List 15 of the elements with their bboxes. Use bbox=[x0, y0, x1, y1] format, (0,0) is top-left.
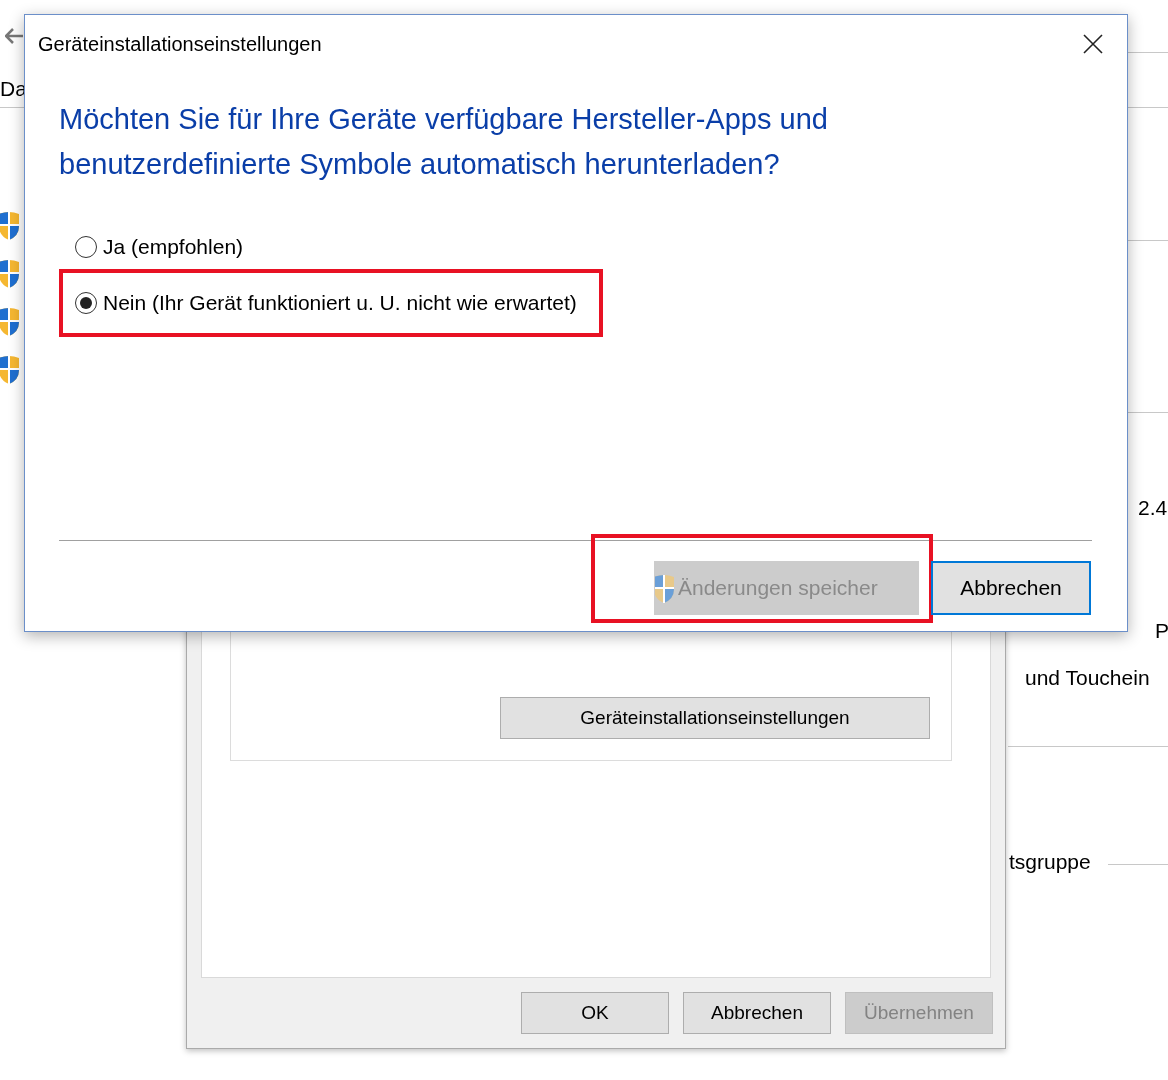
dialog-button[interactable]: Abbrechen bbox=[683, 992, 831, 1034]
radio-option[interactable]: Ja (empfohlen) bbox=[59, 235, 244, 259]
window-title: Geräteinstallationseinstellungen bbox=[38, 32, 322, 56]
property-value: 2.4 bbox=[1138, 496, 1168, 520]
radio-option[interactable]: Nein (Ihr Gerät funktioniert u. U. nicht wie erwartet) bbox=[59, 291, 577, 315]
back-arrow-icon[interactable] bbox=[5, 28, 23, 44]
question-heading: Möchten Sie für Ihre Geräte verfügbare Hersteller-Apps und benutzerdefinierte Symbole automatisch herunterladen? bbox=[59, 102, 829, 182]
cancel-button[interactable]: Abbrechen bbox=[931, 561, 1091, 615]
shield-icon bbox=[655, 573, 676, 603]
close-icon[interactable] bbox=[1083, 34, 1103, 54]
property-value: tsgruppe bbox=[1009, 850, 1091, 874]
dialog-button[interactable]: OK bbox=[521, 992, 669, 1034]
property-value: P bbox=[1155, 619, 1168, 643]
device-settings-button[interactable]: Geräteinstallationseinstellungen bbox=[500, 697, 930, 739]
property-value: und Touchein bbox=[1025, 666, 1150, 690]
